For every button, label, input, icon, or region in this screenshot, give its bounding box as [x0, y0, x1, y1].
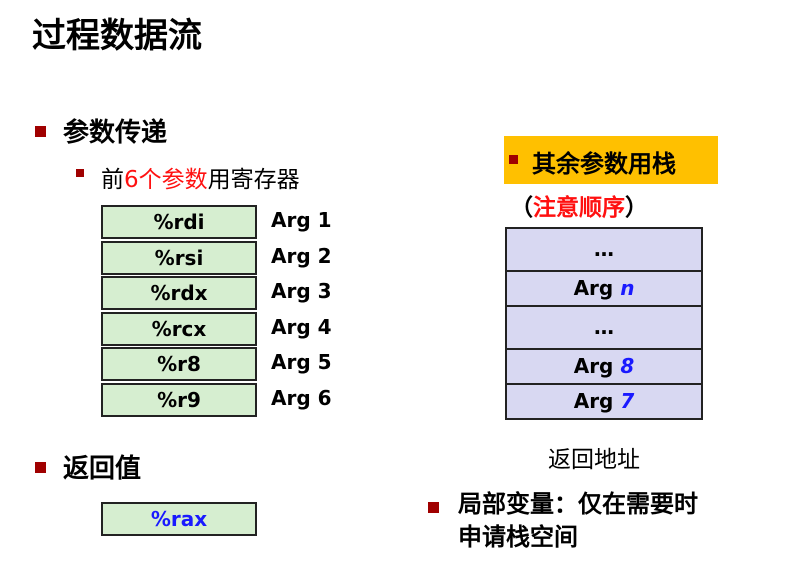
stack-cell: Arg n: [505, 270, 703, 307]
register-rax: %rax: [101, 502, 257, 536]
arg-label: Arg 6: [271, 385, 332, 410]
arg-label: Arg 2: [271, 243, 332, 268]
arg-label: Arg 1: [271, 208, 332, 232]
bullet-icon: [509, 155, 518, 164]
register-cell: %r8: [101, 347, 257, 381]
stack-cell: …: [505, 227, 703, 272]
params-subtext: 前6个参数用寄存器: [101, 167, 300, 193]
arg-label: Arg 4: [271, 314, 332, 339]
bullet-icon: [35, 126, 46, 137]
stack-cell: Arg 7: [505, 383, 703, 420]
bullet-icon: [428, 502, 439, 513]
register-cell: %r9: [101, 382, 257, 417]
stack-heading-box: 其余参数用栈: [504, 136, 718, 184]
section-return-heading: 返回值: [63, 454, 142, 484]
arg-label: Arg 3: [271, 279, 332, 303]
locals-text: 局部变量：仅在需要时 申请栈空间: [458, 490, 698, 551]
stack-cell: …: [505, 305, 703, 350]
register-cell: %rdi: [101, 205, 257, 239]
stack-note: （注意顺序）: [510, 195, 648, 221]
arg-label: Arg 5: [271, 350, 332, 374]
stack-heading: 其余参数用栈: [532, 150, 676, 178]
register-cell: %rsi: [101, 240, 257, 275]
return-address-label: 返回地址: [548, 447, 640, 473]
bullet-icon: [35, 462, 46, 473]
page-title: 过程数据流: [32, 16, 202, 56]
register-cell: %rdx: [101, 276, 257, 310]
stack-cell: Arg 8: [505, 348, 703, 385]
section-params-heading: 参数传递: [63, 118, 168, 148]
sub-bullet-icon: [76, 169, 84, 177]
register-cell: %rcx: [101, 311, 257, 346]
